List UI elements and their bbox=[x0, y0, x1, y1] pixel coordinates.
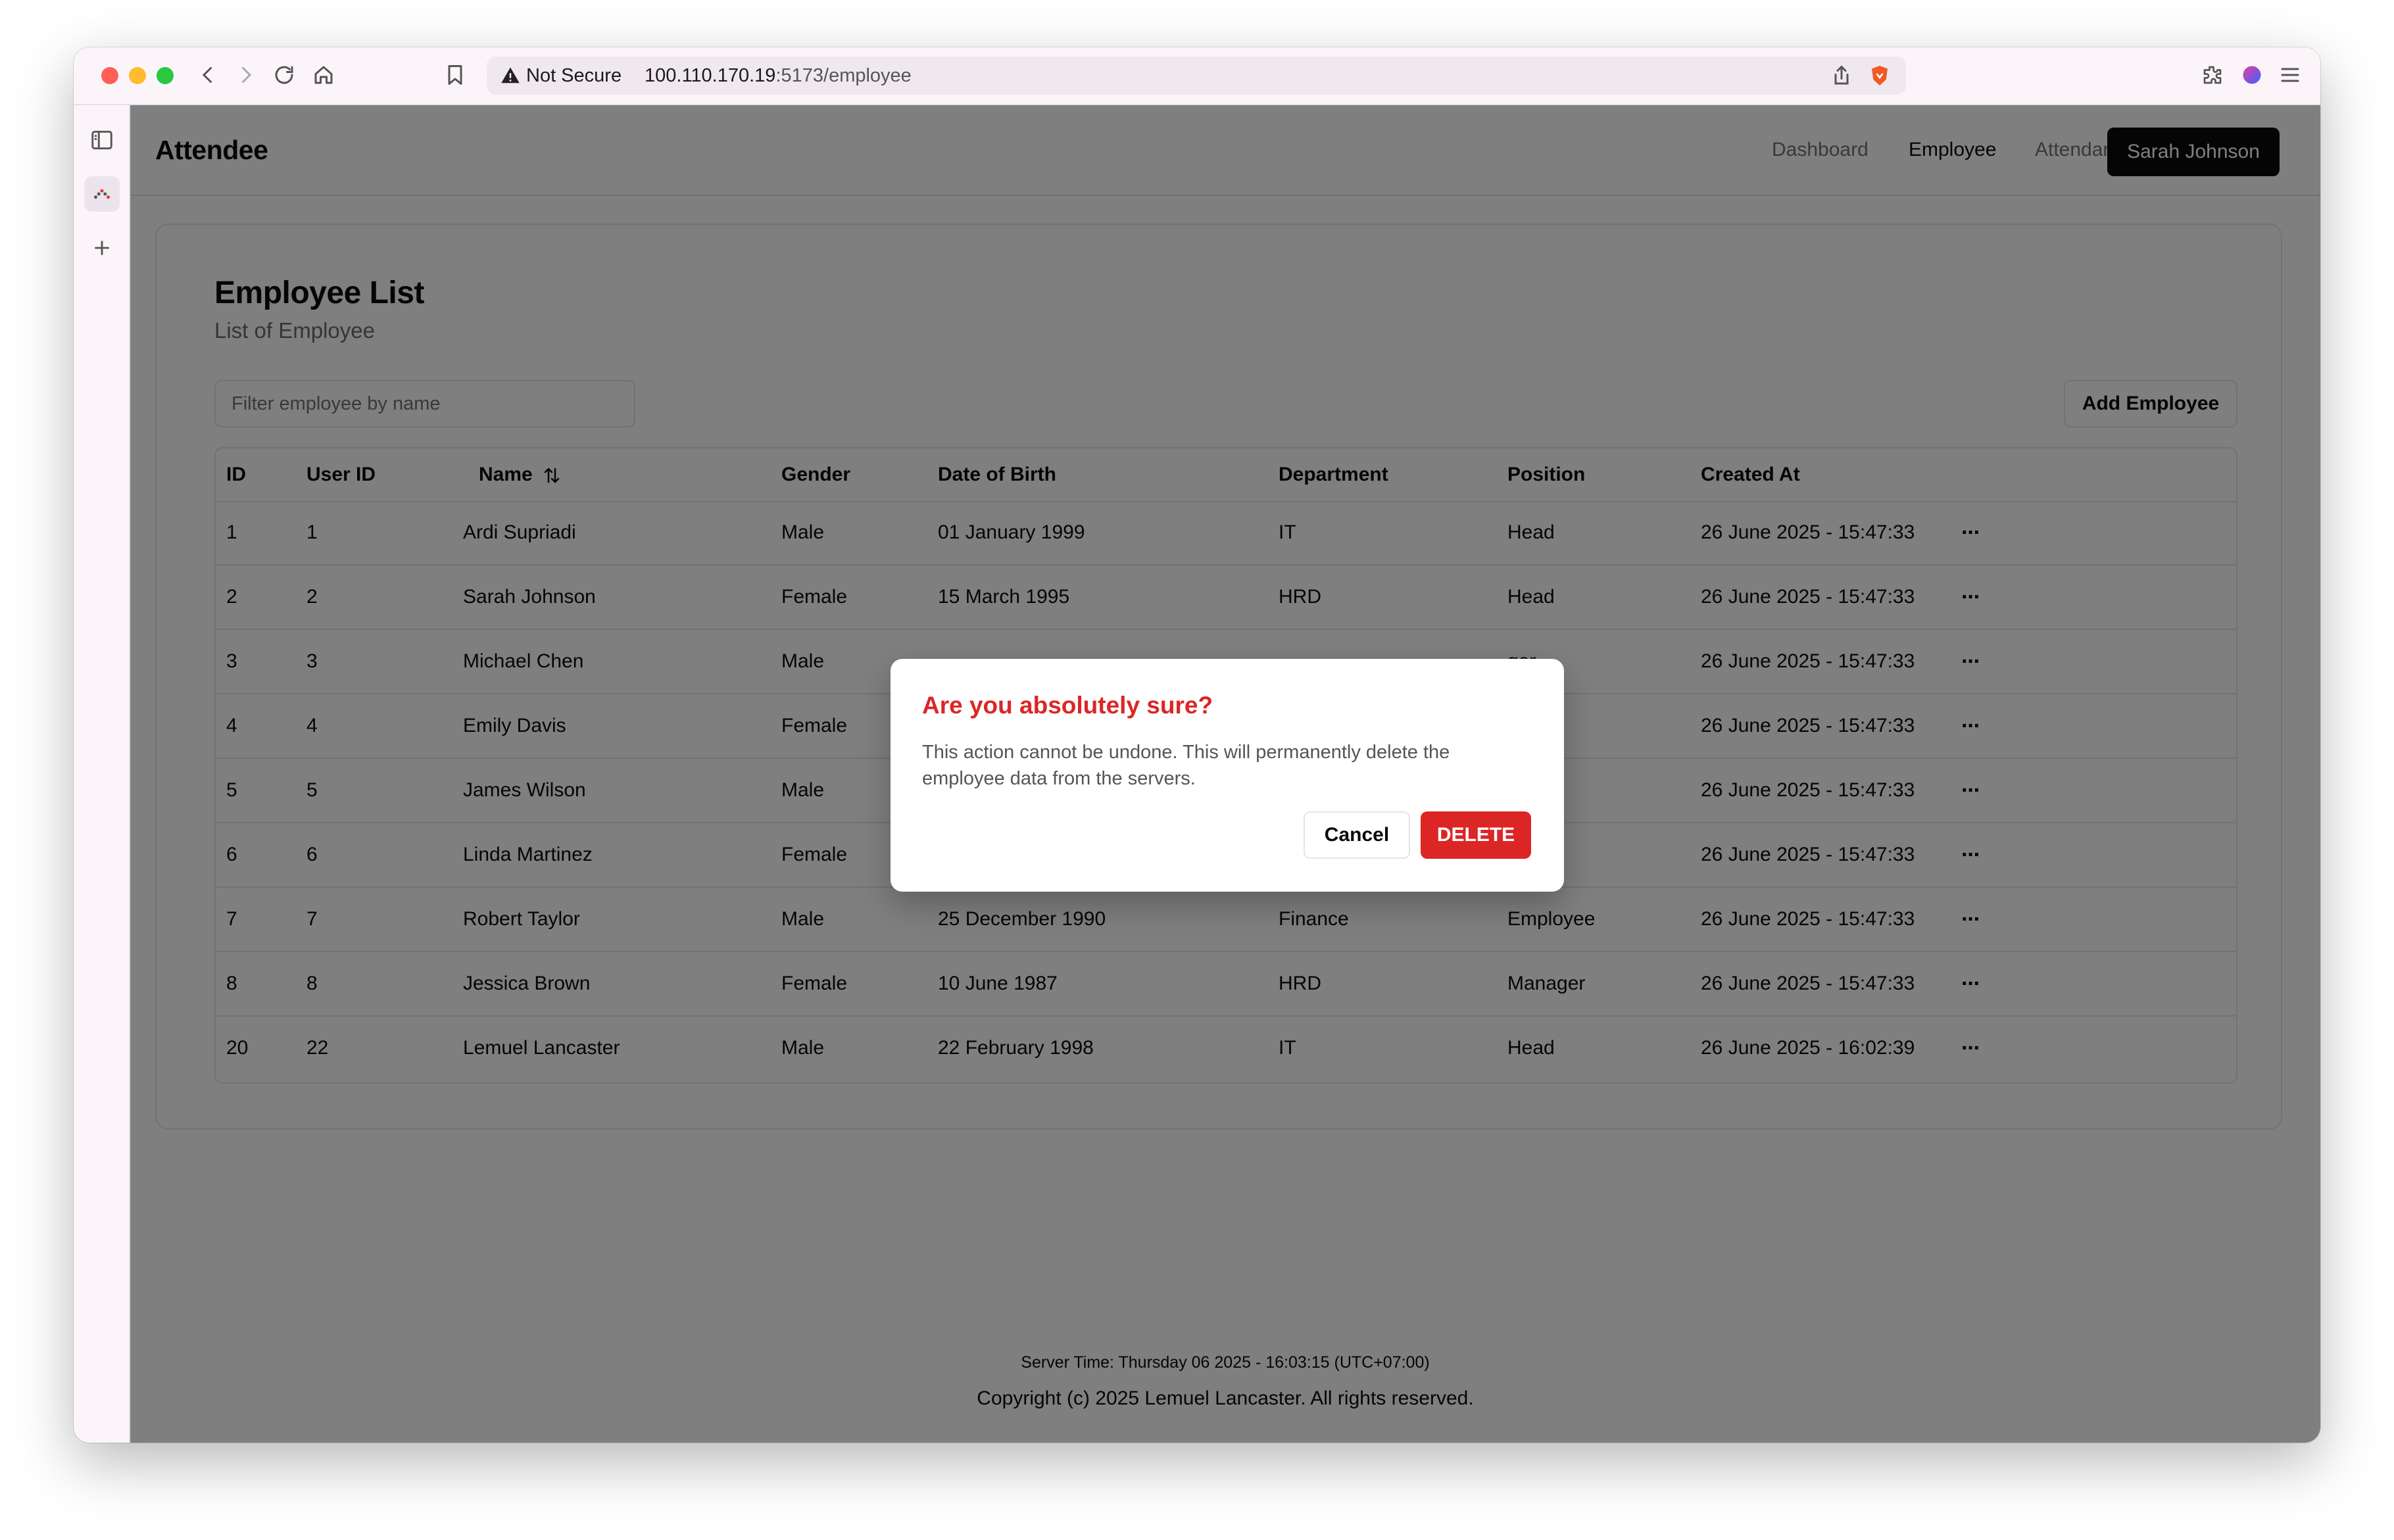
dialog-title: Are you absolutely sure? bbox=[922, 692, 1213, 719]
cancel-button[interactable]: Cancel bbox=[1304, 811, 1410, 859]
brave-shield-icon[interactable] bbox=[1868, 64, 1892, 87]
dialog-description: This action cannot be undone. This will … bbox=[922, 742, 1450, 789]
browser-sidebar bbox=[74, 105, 130, 1443]
new-tab-plus-icon[interactable] bbox=[84, 230, 120, 266]
maximize-window-button[interactable] bbox=[157, 67, 174, 84]
warning-icon bbox=[501, 67, 520, 84]
browser-window: Not Secure 100.110.170.19:5173/employee … bbox=[74, 47, 2320, 1443]
security-label[interactable]: Not Secure bbox=[526, 57, 622, 95]
delete-confirm-dialog: Are you absolutely sure? This action can… bbox=[891, 659, 1564, 892]
address-bar[interactable]: Not Secure 100.110.170.19:5173/employee bbox=[487, 57, 1906, 95]
back-icon[interactable] bbox=[195, 62, 221, 88]
bookmark-icon[interactable] bbox=[442, 62, 468, 88]
url-text[interactable]: 100.110.170.19:5173/employee bbox=[645, 57, 912, 95]
sidebar-toggle-icon[interactable] bbox=[84, 122, 120, 158]
forward-icon[interactable] bbox=[233, 62, 259, 88]
close-window-button[interactable] bbox=[101, 67, 118, 84]
minimize-window-button[interactable] bbox=[129, 67, 146, 84]
menu-icon[interactable] bbox=[2277, 62, 2303, 88]
browser-toolbar: Not Secure 100.110.170.19:5173/employee bbox=[74, 47, 2320, 105]
delete-button[interactable]: DELETE bbox=[1421, 811, 1531, 859]
reload-icon[interactable] bbox=[271, 62, 297, 88]
share-icon[interactable] bbox=[1830, 64, 1853, 87]
home-icon[interactable] bbox=[310, 62, 337, 88]
profile-icon[interactable] bbox=[2239, 62, 2265, 88]
extensions-icon[interactable] bbox=[2199, 62, 2226, 88]
web-content: Attendee Dashboard Employee Attendance S… bbox=[130, 105, 2320, 1443]
sidebar-tab-favicon-icon[interactable] bbox=[84, 176, 120, 212]
